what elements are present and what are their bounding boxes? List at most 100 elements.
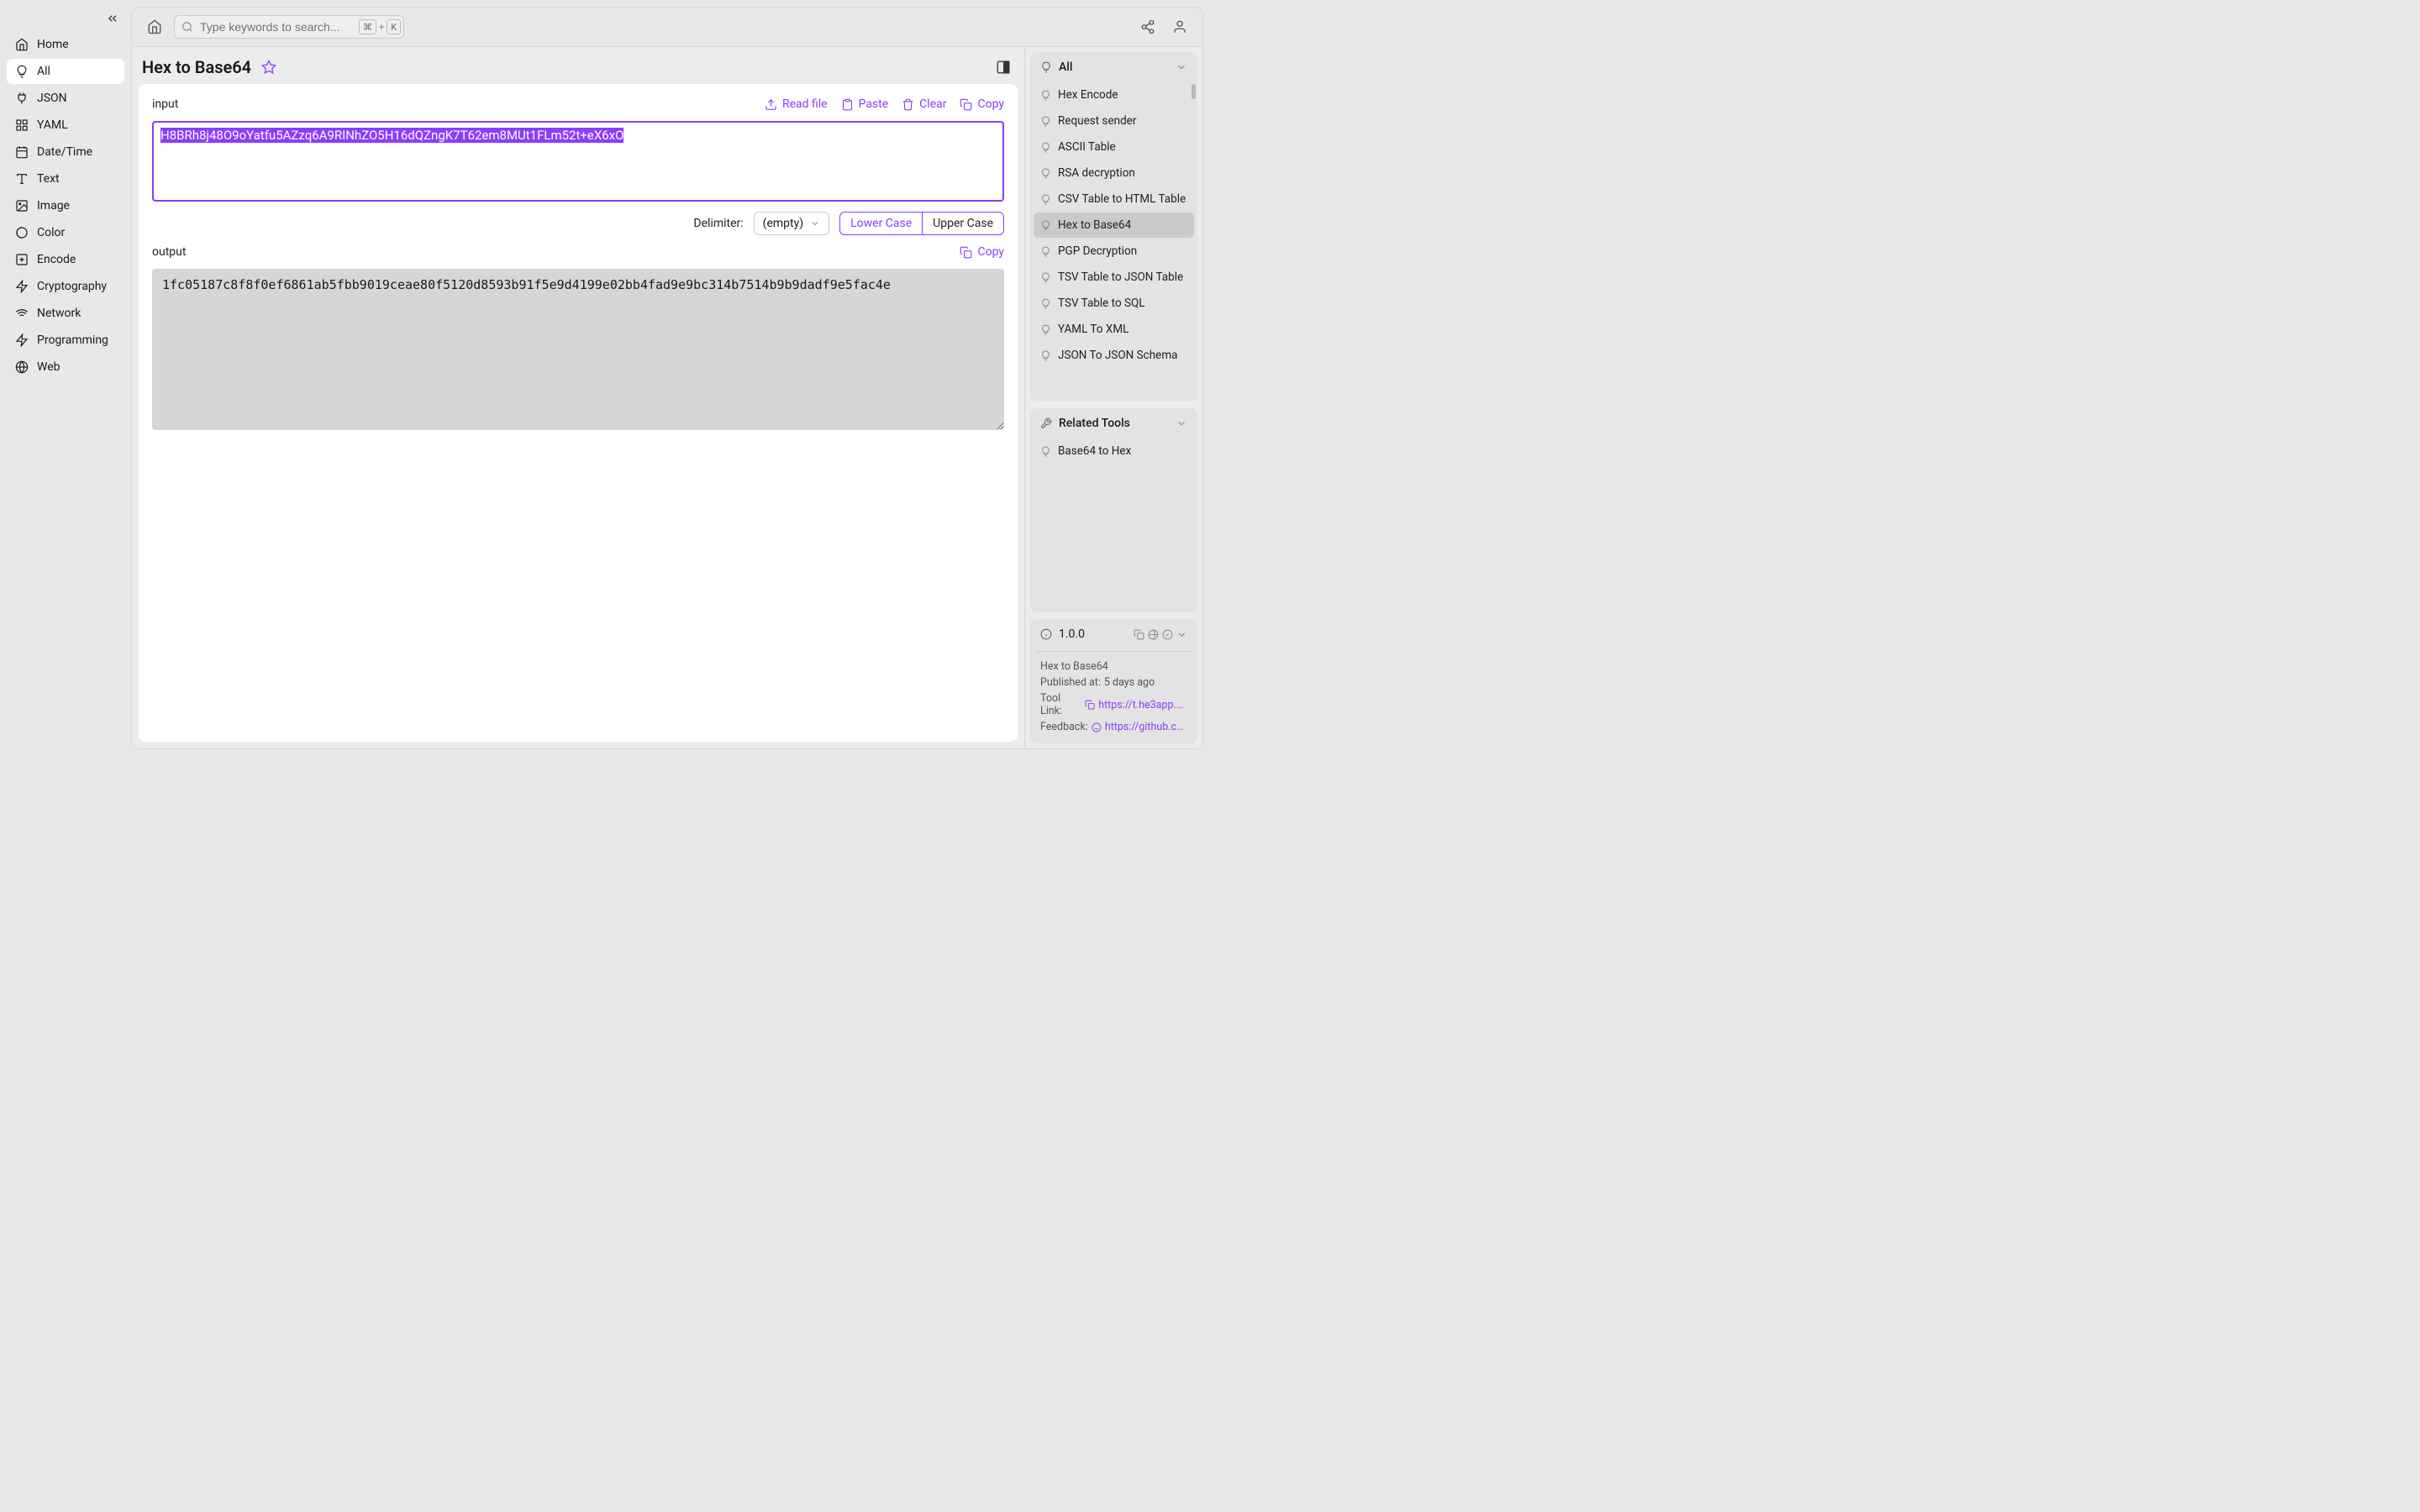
sidebar-item-label: Network: [37, 307, 81, 320]
check-icon[interactable]: [1162, 629, 1173, 640]
sidebar-item-image[interactable]: Image: [7, 193, 124, 218]
bulb-icon: [1040, 324, 1051, 335]
copy-input-button[interactable]: Copy: [960, 97, 1004, 111]
right-panel: All Hex EncodeRequest senderASCII TableR…: [1025, 47, 1203, 749]
input-textarea[interactable]: H8BRh8j48O9oYatfu5AZzq6A9RINhZO5H16dQZng…: [152, 121, 1004, 202]
panel-toggle-button[interactable]: [996, 60, 1011, 75]
case-segmented: Lower Case Upper Case: [839, 212, 1004, 235]
input-label: input: [152, 97, 178, 111]
sidebar-item-label: YAML: [37, 118, 68, 132]
sidebar-item-label: Date/Time: [37, 145, 92, 159]
all-tools-header[interactable]: All: [1030, 52, 1197, 82]
sidebar-item-datetime[interactable]: Date/Time: [7, 139, 124, 165]
feedback-icon[interactable]: [1092, 722, 1102, 732]
tool-item[interactable]: TSV Table to JSON Table: [1034, 265, 1194, 290]
bulb-icon: [1040, 220, 1051, 231]
sidebar-item-label: JSON: [37, 92, 67, 105]
wrench-icon: [1040, 417, 1052, 429]
color-icon: [15, 226, 29, 239]
copy-output-button[interactable]: Copy: [960, 245, 1004, 259]
paste-button[interactable]: Paste: [841, 97, 889, 111]
user-button[interactable]: [1167, 14, 1192, 39]
sidebar-item-color[interactable]: Color: [7, 220, 124, 245]
calendar-icon: [15, 145, 29, 159]
bulb-icon: [1040, 272, 1051, 283]
version-text: 1.0.0: [1059, 627, 1085, 641]
favorite-button[interactable]: [261, 60, 276, 75]
upper-case-button[interactable]: Upper Case: [923, 213, 1003, 234]
search-box[interactable]: ⌘ + K: [174, 15, 404, 39]
chevron-down-icon[interactable]: [1176, 629, 1187, 640]
sidebar-item-label: Encode: [37, 253, 76, 266]
sidebar-item-label: Image: [37, 199, 70, 213]
scrollbar[interactable]: [1192, 84, 1196, 99]
sidebar-item-cryptography[interactable]: Cryptography: [7, 274, 124, 299]
lower-case-button[interactable]: Lower Case: [840, 213, 923, 234]
globe-icon: [15, 360, 29, 374]
globe-icon[interactable]: [1148, 629, 1159, 640]
search-input[interactable]: [200, 20, 352, 34]
collapse-sidebar-button[interactable]: [101, 7, 124, 30]
related-tool-item[interactable]: Base64 to Hex: [1034, 438, 1194, 464]
bulb-icon: [1040, 90, 1051, 101]
workspace: input Read file Paste Clear: [139, 84, 1018, 742]
tool-item[interactable]: Hex Encode: [1034, 82, 1194, 108]
output-label: output: [152, 245, 186, 259]
sidebar: Home All JSON YAML Date/Time Text Image …: [0, 0, 131, 756]
copy-icon[interactable]: [1134, 629, 1144, 640]
home-button[interactable]: [142, 14, 167, 39]
sidebar-item-programming[interactable]: Programming: [7, 328, 124, 353]
sidebar-item-json[interactable]: JSON: [7, 86, 124, 111]
delimiter-label: Delimiter:: [693, 217, 743, 230]
bulb-icon: [1040, 168, 1051, 179]
sidebar-item-home[interactable]: Home: [7, 32, 124, 57]
tool-item[interactable]: RSA decryption: [1034, 160, 1194, 186]
output-textarea[interactable]: [152, 269, 1004, 430]
sidebar-item-label: Home: [37, 38, 69, 51]
tool-item[interactable]: PGP Decryption: [1034, 239, 1194, 264]
related-tools-header[interactable]: Related Tools: [1030, 408, 1197, 438]
bulb-icon: [1040, 446, 1051, 457]
crypto-icon: [15, 280, 29, 293]
sidebar-item-web[interactable]: Web: [7, 354, 124, 380]
sidebar-item-all[interactable]: All: [7, 59, 124, 84]
tool-item[interactable]: JSON To JSON Schema: [1034, 343, 1194, 368]
info-icon: [1040, 628, 1052, 640]
bulb-icon: [1040, 61, 1052, 73]
plug-icon: [15, 92, 29, 105]
sidebar-item-label: All: [37, 65, 50, 78]
sidebar-item-label: Text: [37, 172, 60, 186]
delimiter-select[interactable]: (empty): [754, 212, 829, 235]
tool-item[interactable]: YAML To XML: [1034, 317, 1194, 342]
tool-item[interactable]: Hex to Base64: [1034, 213, 1194, 238]
info-section: 1.0.0 Hex to Base64 Published at: 5 days…: [1030, 619, 1197, 743]
text-icon: [15, 172, 29, 186]
tool-item[interactable]: CSV Table to HTML Table: [1034, 186, 1194, 212]
sidebar-item-network[interactable]: Network: [7, 301, 124, 326]
info-tool-name: Hex to Base64: [1040, 660, 1187, 673]
main-header: Hex to Base64: [132, 47, 1024, 84]
share-button[interactable]: [1135, 14, 1160, 39]
bulb-icon: [1040, 142, 1051, 153]
sidebar-item-yaml[interactable]: YAML: [7, 113, 124, 138]
read-file-button[interactable]: Read file: [765, 97, 828, 111]
clear-button[interactable]: Clear: [902, 97, 946, 111]
sidebar-item-label: Web: [37, 360, 60, 374]
grid-icon: [15, 118, 29, 132]
feedback-link[interactable]: https://github.com/…: [1105, 721, 1187, 733]
sidebar-item-encode[interactable]: Encode: [7, 247, 124, 272]
bulb-icon: [15, 65, 29, 78]
tool-item[interactable]: ASCII Table: [1034, 134, 1194, 160]
tool-link[interactable]: https://t.he3app.co…: [1098, 699, 1187, 711]
main-panel: Hex to Base64 input Read file: [131, 47, 1025, 749]
tool-item[interactable]: Request sender: [1034, 108, 1194, 134]
main-wrapper: ⌘ + K Hex to Base64: [131, 0, 1210, 756]
wifi-icon: [15, 307, 29, 320]
copy-link-icon[interactable]: [1085, 700, 1095, 710]
search-icon: [182, 21, 193, 33]
bulb-icon: [1040, 298, 1051, 309]
tool-item[interactable]: TSV Table to SQL: [1034, 291, 1194, 316]
image-icon: [15, 199, 29, 213]
sidebar-item-text[interactable]: Text: [7, 166, 124, 192]
chevron-down-icon: [1176, 61, 1187, 73]
